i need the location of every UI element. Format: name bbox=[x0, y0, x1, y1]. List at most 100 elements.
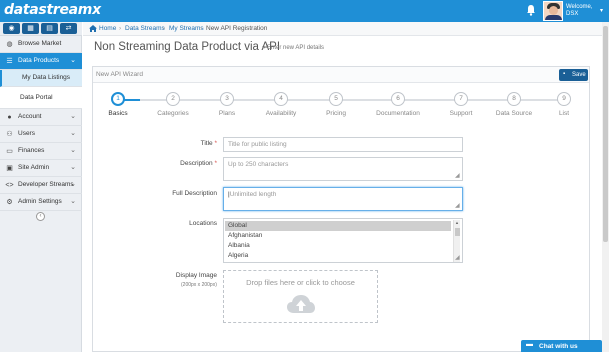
sidebar-item-finances[interactable]: ▭ Finances ⌄ bbox=[0, 143, 82, 160]
grid-icon[interactable]: ▦ bbox=[22, 23, 39, 34]
wizard-title: New API Wizard bbox=[96, 71, 143, 78]
sidebar-item-admin-settings[interactable]: ⚙ Admin Settings ⌄ bbox=[0, 194, 82, 211]
description-label: Description * bbox=[180, 160, 217, 167]
sidebar-item-my-data-listings[interactable]: My Data Listings bbox=[0, 70, 82, 87]
breadcrumb-data-streams[interactable]: Data Streams bbox=[125, 25, 165, 32]
cloud-upload-icon bbox=[287, 295, 315, 313]
breadcrumb-separator: › bbox=[119, 25, 122, 32]
resize-grip-icon[interactable]: ◢ bbox=[455, 255, 461, 261]
sidebar: ◍ Browse Market ☰ Data Products ⌄ My Dat… bbox=[0, 36, 82, 352]
chart-icon[interactable]: ▤ bbox=[41, 23, 58, 34]
breadcrumb-home[interactable]: Home bbox=[99, 25, 116, 32]
step-1[interactable]: 1 bbox=[111, 92, 125, 106]
step-label-basics[interactable]: Basics bbox=[108, 110, 127, 117]
step-3[interactable]: 3 bbox=[220, 92, 234, 106]
logo[interactable]: datastreamx bbox=[4, 2, 101, 18]
sidebar-item-label: Finances bbox=[18, 147, 45, 154]
sidebar-item-label: Data Portal bbox=[20, 94, 53, 101]
breadcrumb-separator: › bbox=[200, 25, 203, 32]
sidebar-item-users[interactable]: ⚇ Users ⌄ bbox=[0, 126, 82, 143]
step-label-pricing[interactable]: Pricing bbox=[326, 110, 346, 117]
sidebar-item-label: Developer Streams bbox=[18, 181, 74, 188]
display-image-hint: (200px x 200px) bbox=[181, 282, 217, 288]
title-label: Title * bbox=[200, 140, 217, 147]
chat-label: Chat with us bbox=[539, 343, 578, 350]
chevron-down-icon: ⌄ bbox=[70, 147, 76, 154]
chevron-down-icon[interactable]: ▾ bbox=[600, 7, 603, 14]
breadcrumb-separator: › bbox=[163, 25, 166, 32]
wizard-header: New API Wizard ▪ Save bbox=[93, 67, 589, 83]
scroll-up-icon[interactable]: ▲ bbox=[455, 220, 459, 225]
breadcrumb-my-streams[interactable]: My Streams bbox=[169, 25, 204, 32]
chevron-down-icon: ⌄ bbox=[70, 130, 76, 137]
list-icon: ☰ bbox=[6, 58, 13, 65]
location-option[interactable]: Afghanistan bbox=[225, 231, 451, 241]
scroll-thumb[interactable] bbox=[455, 228, 460, 236]
avatar[interactable] bbox=[543, 1, 563, 21]
save-label: Save bbox=[572, 72, 586, 78]
image-dropzone[interactable]: Drop files here or click to choose bbox=[223, 270, 378, 323]
location-option[interactable]: Global bbox=[225, 221, 451, 231]
sidebar-item-label: Admin Settings bbox=[18, 198, 62, 205]
step-9[interactable]: 9 bbox=[557, 92, 571, 106]
page-title: Non Streaming Data Product via API bbox=[94, 41, 281, 53]
step-label-availability[interactable]: Availability bbox=[266, 110, 297, 117]
step-6[interactable]: 6 bbox=[391, 92, 405, 106]
step-label-support[interactable]: Support bbox=[450, 110, 473, 117]
sidebar-item-site-admin[interactable]: ▣ Site Admin ⌄ bbox=[0, 160, 82, 177]
code-icon: <> bbox=[5, 182, 14, 189]
step-label-categories[interactable]: Categories bbox=[157, 110, 188, 117]
sidebar-item-data-portal[interactable]: Data Portal bbox=[0, 87, 82, 109]
dashboard-icon[interactable]: ◉ bbox=[3, 23, 20, 34]
sidebar-item-label: Users bbox=[18, 130, 35, 137]
share-icon[interactable]: ⇄ bbox=[60, 23, 77, 34]
breadcrumb: Home › Data Streams › My Streams › New A… bbox=[83, 22, 609, 36]
globe-icon: ◍ bbox=[6, 41, 13, 48]
scroll-thumb[interactable] bbox=[603, 26, 608, 242]
step-label-plans[interactable]: Plans bbox=[219, 110, 235, 117]
display-image-label: Display Image bbox=[175, 272, 217, 279]
locations-label: Locations bbox=[189, 220, 217, 227]
sidebar-item-data-products[interactable]: ☰ Data Products ⌄ bbox=[0, 53, 82, 70]
locations-select[interactable]: Global Afghanistan Albania Algeria ▲ ◢ bbox=[223, 218, 463, 263]
sidebar-item-account[interactable]: ● Account ⌄ bbox=[0, 109, 82, 126]
full-description-textarea[interactable]: |Unlimited length ◢ bbox=[223, 187, 463, 211]
quick-icon-strip: ◉ ▦ ▤ ⇄ bbox=[0, 22, 82, 36]
user-name: DSX bbox=[566, 11, 579, 17]
sidebar-collapse-button[interactable]: ‹ bbox=[36, 212, 45, 221]
step-label-data-source[interactable]: Data Source bbox=[496, 110, 532, 117]
bell-icon[interactable] bbox=[526, 4, 536, 16]
location-option[interactable]: Albania bbox=[225, 241, 451, 251]
user-menu[interactable]: Welcome, DSX bbox=[566, 4, 593, 18]
gear-icon: ⚙ bbox=[6, 199, 13, 206]
description-textarea[interactable]: Up to 250 characters ◢ bbox=[223, 157, 463, 181]
users-icon: ⚇ bbox=[6, 131, 13, 138]
step-5[interactable]: 5 bbox=[329, 92, 343, 106]
step-8[interactable]: 8 bbox=[507, 92, 521, 106]
sidebar-item-label: Site Admin bbox=[18, 164, 50, 171]
user-icon: ● bbox=[7, 114, 12, 121]
sidebar-item-developer-streams[interactable]: <> Developer Streams ⌄ bbox=[0, 177, 82, 194]
save-button[interactable]: ▪ Save bbox=[559, 69, 588, 81]
resize-grip-icon[interactable]: ◢ bbox=[455, 173, 461, 179]
chat-button[interactable]: ▬ Chat with us bbox=[521, 340, 602, 352]
title-input[interactable]: Title for public listing bbox=[223, 137, 463, 152]
resize-grip-icon[interactable]: ◢ bbox=[455, 203, 461, 209]
step-label-documentation[interactable]: Documentation bbox=[376, 110, 420, 117]
step-label-list[interactable]: List bbox=[559, 110, 569, 117]
chevron-down-icon: ⌄ bbox=[70, 164, 76, 171]
welcome-text: Welcome, bbox=[566, 4, 593, 10]
step-2[interactable]: 2 bbox=[166, 92, 180, 106]
full-description-label: Full Description bbox=[172, 190, 217, 197]
step-4[interactable]: 4 bbox=[274, 92, 288, 106]
top-bar: datastreamx Welcome, DSX ▾ bbox=[0, 0, 609, 22]
sidebar-item-browse-market[interactable]: ◍ Browse Market bbox=[0, 36, 82, 53]
chevron-down-icon: ⌄ bbox=[70, 113, 76, 120]
chevron-down-icon: ⌄ bbox=[70, 181, 76, 188]
money-icon: ▭ bbox=[6, 148, 13, 155]
step-7[interactable]: 7 bbox=[454, 92, 468, 106]
page-subtitle: » Enter new API details bbox=[262, 45, 325, 51]
location-option[interactable]: Algeria bbox=[225, 251, 451, 261]
page-scrollbar[interactable] bbox=[602, 22, 609, 352]
breadcrumb-current: New API Registration bbox=[206, 25, 268, 32]
